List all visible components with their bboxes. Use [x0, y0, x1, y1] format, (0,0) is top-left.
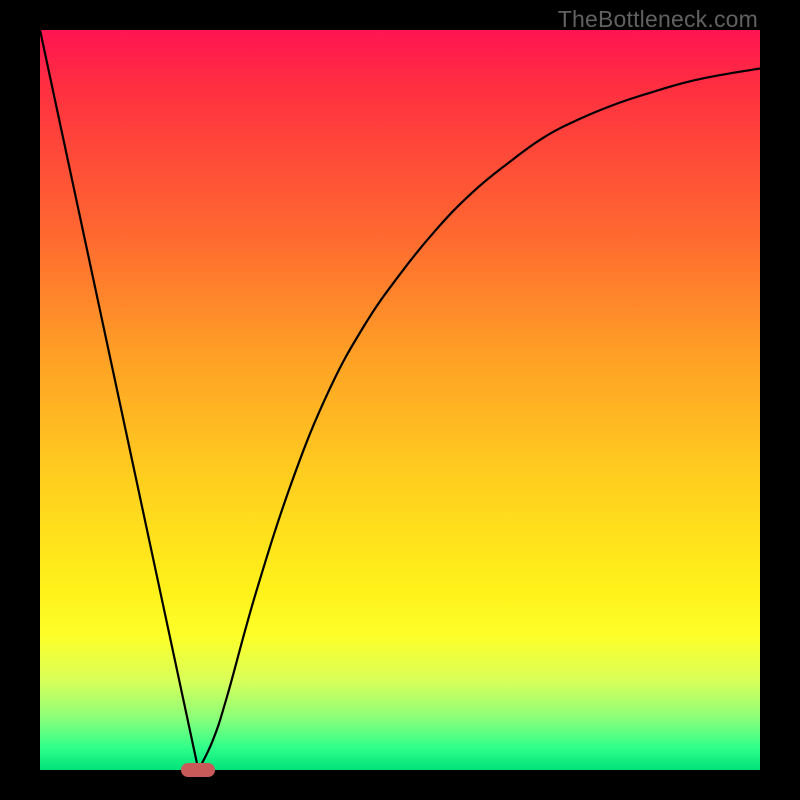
minimum-marker: [181, 763, 215, 777]
bottleneck-curve: [40, 30, 760, 770]
watermark-label: TheBottleneck.com: [558, 6, 758, 33]
chart-frame: TheBottleneck.com: [0, 0, 800, 800]
plot-area: [40, 30, 760, 770]
